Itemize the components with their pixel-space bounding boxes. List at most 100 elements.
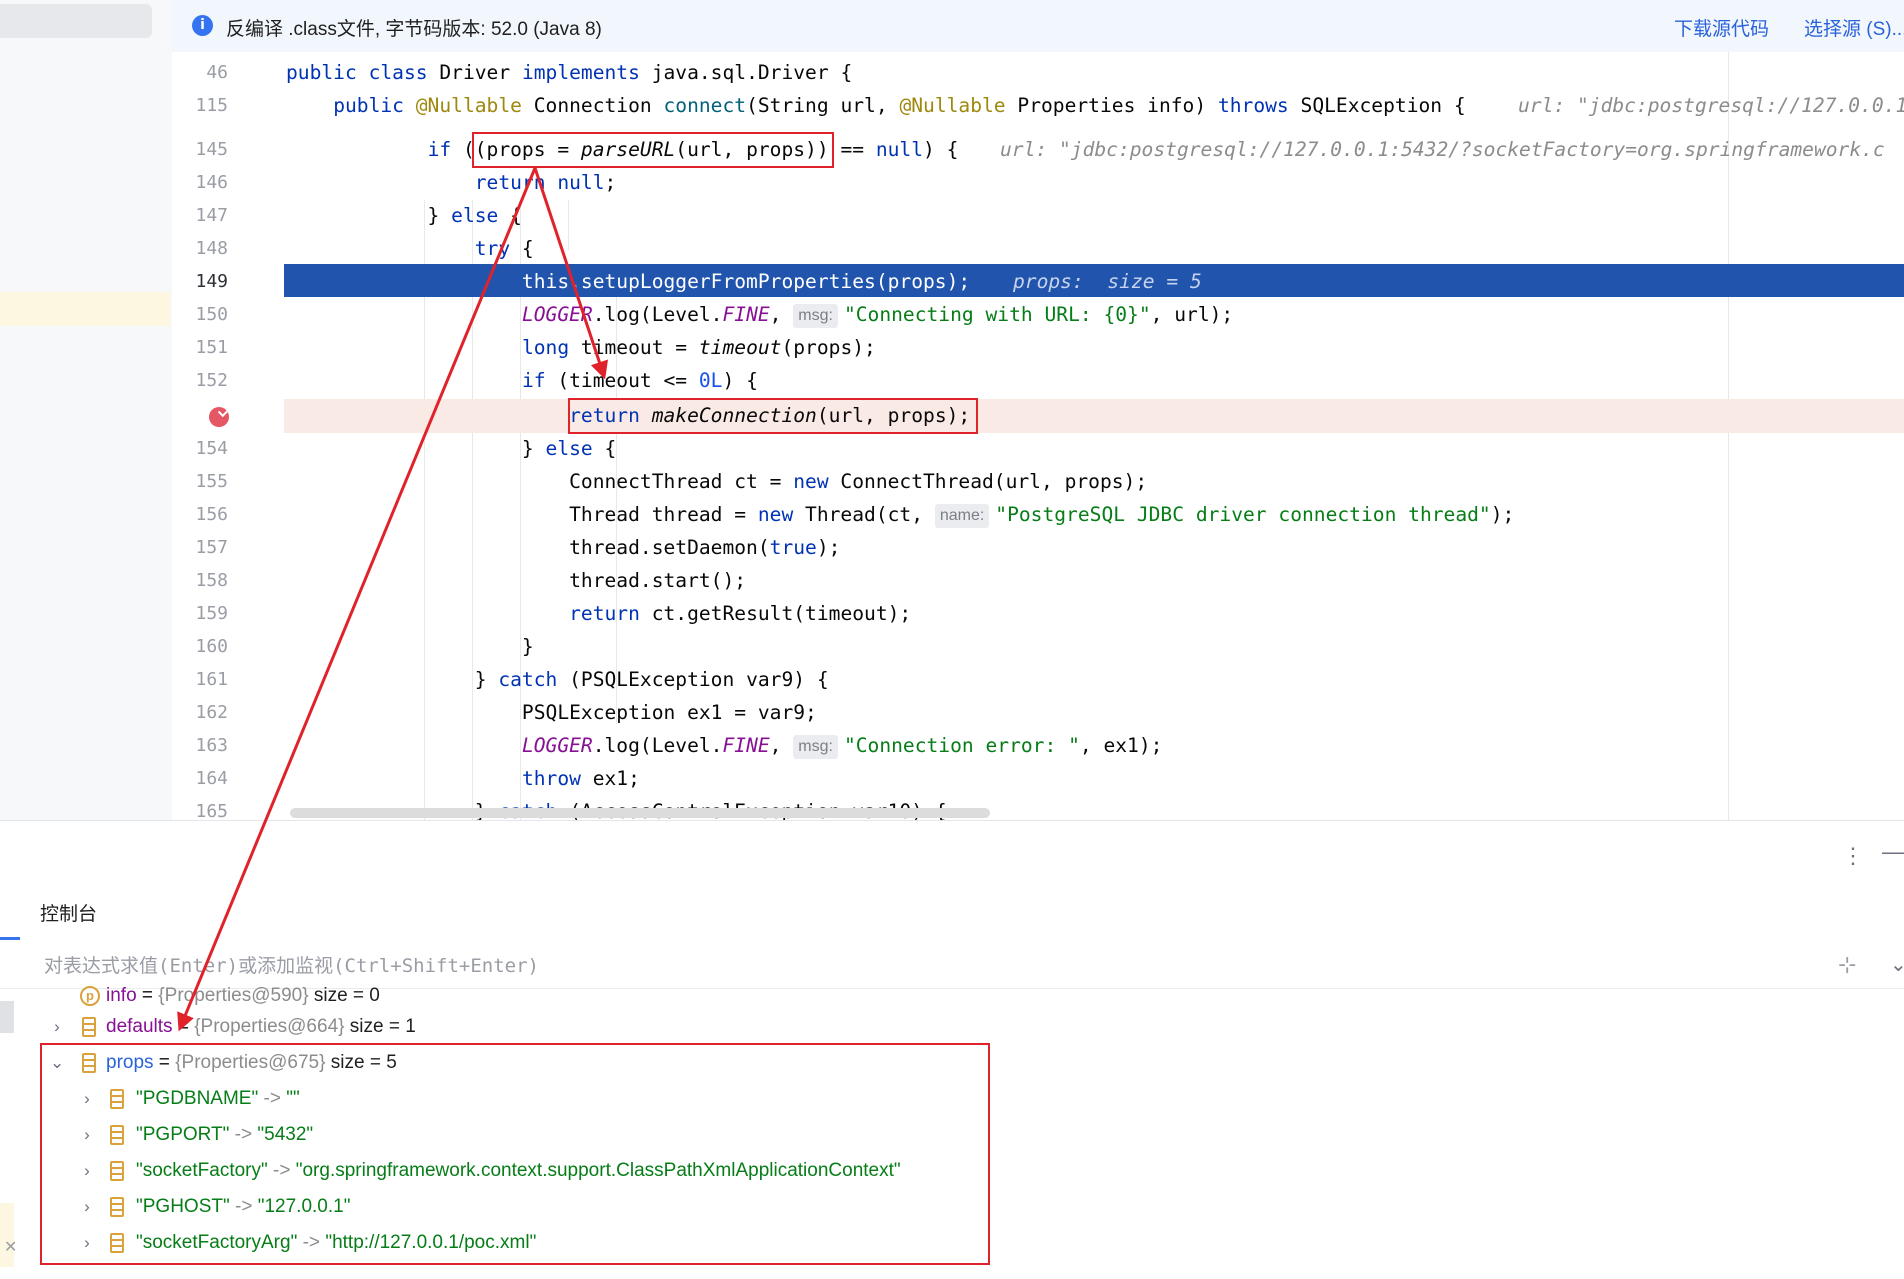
download-source-link[interactable]: 下载源代码 xyxy=(1674,14,1769,41)
code-line-current: 149 this.setupLoggerFromProperties(props… xyxy=(172,265,1904,298)
code-text: long timeout = timeout(props); xyxy=(521,336,876,359)
line-number: 146 xyxy=(195,172,228,193)
line-number: 150 xyxy=(195,304,228,325)
horizontal-scrollbar[interactable] xyxy=(290,808,990,818)
code-line: 154 } else { xyxy=(172,432,1904,465)
variable-name: info xyxy=(106,985,137,1006)
line-number: 46 xyxy=(206,62,228,83)
code-text: LOGGER.log(Level.FINE, msg: "Connection e… xyxy=(521,734,1163,759)
line-number: 148 xyxy=(195,238,228,259)
line-number: 156 xyxy=(195,504,228,525)
variable-row-defaults[interactable]: › defaults = {Properties@664} size = 1 xyxy=(50,1009,416,1045)
decompiled-info-bar: i 反编译 .class文件, 字节码版本: 52.0 (Java 8) 下载源… xyxy=(172,0,1904,53)
line-number: 155 xyxy=(195,471,228,492)
code-text: } else { xyxy=(286,437,617,460)
sidebar-tab-pill[interactable] xyxy=(0,4,152,38)
choose-source-link[interactable]: 选择源 (S)... xyxy=(1804,14,1904,41)
code-line: 161 } catch (PSQLException var9) { xyxy=(172,663,1904,696)
line-number: 145 xyxy=(195,139,228,160)
add-watch-icon[interactable]: ⊹ xyxy=(1838,952,1856,978)
code-editor[interactable]: 46 public class Driver implements java.s… xyxy=(172,52,1904,820)
param-inlay: msg: xyxy=(793,304,838,328)
frame-highlight xyxy=(0,1203,14,1267)
parameter-icon: p xyxy=(80,986,100,1006)
line-number: 149 xyxy=(195,271,228,292)
inline-value-hint: url: "jdbc:postgresql://127.0.0.1:5432/?… xyxy=(1000,138,1885,161)
frame-marker xyxy=(0,1001,14,1033)
line-number: 157 xyxy=(195,537,228,558)
active-tab-indicator xyxy=(0,937,20,940)
code-line: 157 thread.setDaemon(true); xyxy=(172,531,1904,564)
param-inlay: name: xyxy=(934,504,990,528)
line-number: 160 xyxy=(195,636,228,657)
code-line: 159 return ct.getResult(timeout); xyxy=(172,597,1904,630)
annotation-box-makeconnection xyxy=(568,398,978,434)
code-line: 152 if (timeout <= 0L) { xyxy=(172,364,1904,397)
variable-size: size = 0 xyxy=(313,985,380,1006)
code-line: 162 PSQLException ex1 = var9; xyxy=(172,696,1904,729)
code-line: 164 throw ex1; xyxy=(172,762,1904,795)
code-text: Thread thread = new Thread(ct, name: "Pos… xyxy=(286,503,1515,528)
code-text: try { xyxy=(474,237,534,260)
code-text: ConnectThread ct = new ConnectThread(url… xyxy=(286,470,1148,493)
code-line: 155 ConnectThread ct = new ConnectThread… xyxy=(172,465,1904,498)
sidebar-highlight xyxy=(0,292,170,326)
variable-meta: {Properties@590} xyxy=(158,985,309,1006)
line-number: 152 xyxy=(195,370,228,391)
line-number: 162 xyxy=(195,702,228,723)
variable-size: size = 1 xyxy=(349,1016,416,1037)
variable-name: defaults xyxy=(106,1016,173,1037)
project-sidebar-strip xyxy=(0,0,172,820)
minimize-icon[interactable]: — xyxy=(1882,839,1904,865)
line-number: 151 xyxy=(195,337,228,358)
code-line: 151 long timeout = timeout(props); xyxy=(172,331,1904,364)
line-number: 147 xyxy=(195,205,228,226)
chevron-down-icon[interactable]: ⌄ xyxy=(1890,952,1904,977)
code-text: return ct.getResult(timeout); xyxy=(569,602,912,625)
code-line: 163 LOGGER.log(Level.FINE, msg: "Connecti… xyxy=(172,729,1904,762)
code-text: } catch (PSQLException var9) { xyxy=(286,668,829,691)
line-number: 159 xyxy=(195,603,228,624)
code-line: 150 LOGGER.log(Level.FINE, msg: "Connecti… xyxy=(172,298,1904,331)
chevron-right-icon[interactable]: › xyxy=(50,1009,64,1045)
code-line: 46 public class Driver implements java.s… xyxy=(172,56,1904,89)
debug-panel: ⋮ — 控制台 ⊹ ⌄ p info = {Properties@590} si… xyxy=(0,820,1904,1271)
code-text: thread.setDaemon(true); xyxy=(286,536,841,559)
param-inlay: msg: xyxy=(793,735,838,759)
more-options-icon[interactable]: ⋮ xyxy=(1842,843,1864,869)
line-number: 115 xyxy=(195,95,228,116)
code-line: 160 } xyxy=(172,630,1904,663)
code-line-breakpoint: return makeConnection(url, props); xyxy=(172,399,1904,432)
code-line: 156 Thread thread = new Thread(ct, name:… xyxy=(172,498,1904,531)
line-number: 154 xyxy=(195,438,228,459)
annotation-box-parseurl xyxy=(472,132,834,168)
variable-row-info[interactable]: p info = {Properties@590} size = 0 xyxy=(80,983,380,1009)
code-text: } xyxy=(286,635,534,658)
info-message: 反编译 .class文件, 字节码版本: 52.0 (Java 8) xyxy=(226,19,602,40)
code-text: PSQLException ex1 = var9; xyxy=(286,701,817,724)
code-text: } else { xyxy=(286,204,522,227)
code-text: this.setupLoggerFromProperties(props); xyxy=(286,270,971,293)
inline-value-hint: url: "jdbc:postgresql://127.0.0.1 xyxy=(1518,94,1904,117)
close-icon[interactable]: ✕ xyxy=(4,1237,17,1257)
code-text: thread.start(); xyxy=(286,569,747,592)
code-text: return null; xyxy=(474,171,617,194)
code-line: 145 if ((props = parseURL(url, props)) =… xyxy=(172,133,1904,166)
code-line: 147 } else { xyxy=(172,199,1904,232)
variable-meta: {Properties@664} xyxy=(194,1016,345,1037)
code-text: public @Nullable Connection connect(Stri… xyxy=(333,94,1466,117)
annotation-box-props xyxy=(40,1043,990,1265)
code-text: public class Driver implements java.sql.… xyxy=(286,61,853,84)
info-icon: i xyxy=(192,15,213,36)
code-line: 115 public @Nullable Connection connect(… xyxy=(172,89,1904,122)
code-text: LOGGER.log(Level.FINE, msg: "Connecting w… xyxy=(521,303,1234,328)
line-number: 158 xyxy=(195,570,228,591)
inline-value-hint: props: size = 5 xyxy=(1013,270,1202,293)
evaluate-expression-input[interactable] xyxy=(44,952,1824,980)
tab-console[interactable]: 控制台 xyxy=(40,899,97,926)
line-number: 163 xyxy=(195,735,228,756)
code-line: 146 return null; xyxy=(172,166,1904,199)
frames-strip xyxy=(0,989,14,1279)
line-number: 164 xyxy=(195,768,228,789)
field-icon xyxy=(82,1017,96,1037)
